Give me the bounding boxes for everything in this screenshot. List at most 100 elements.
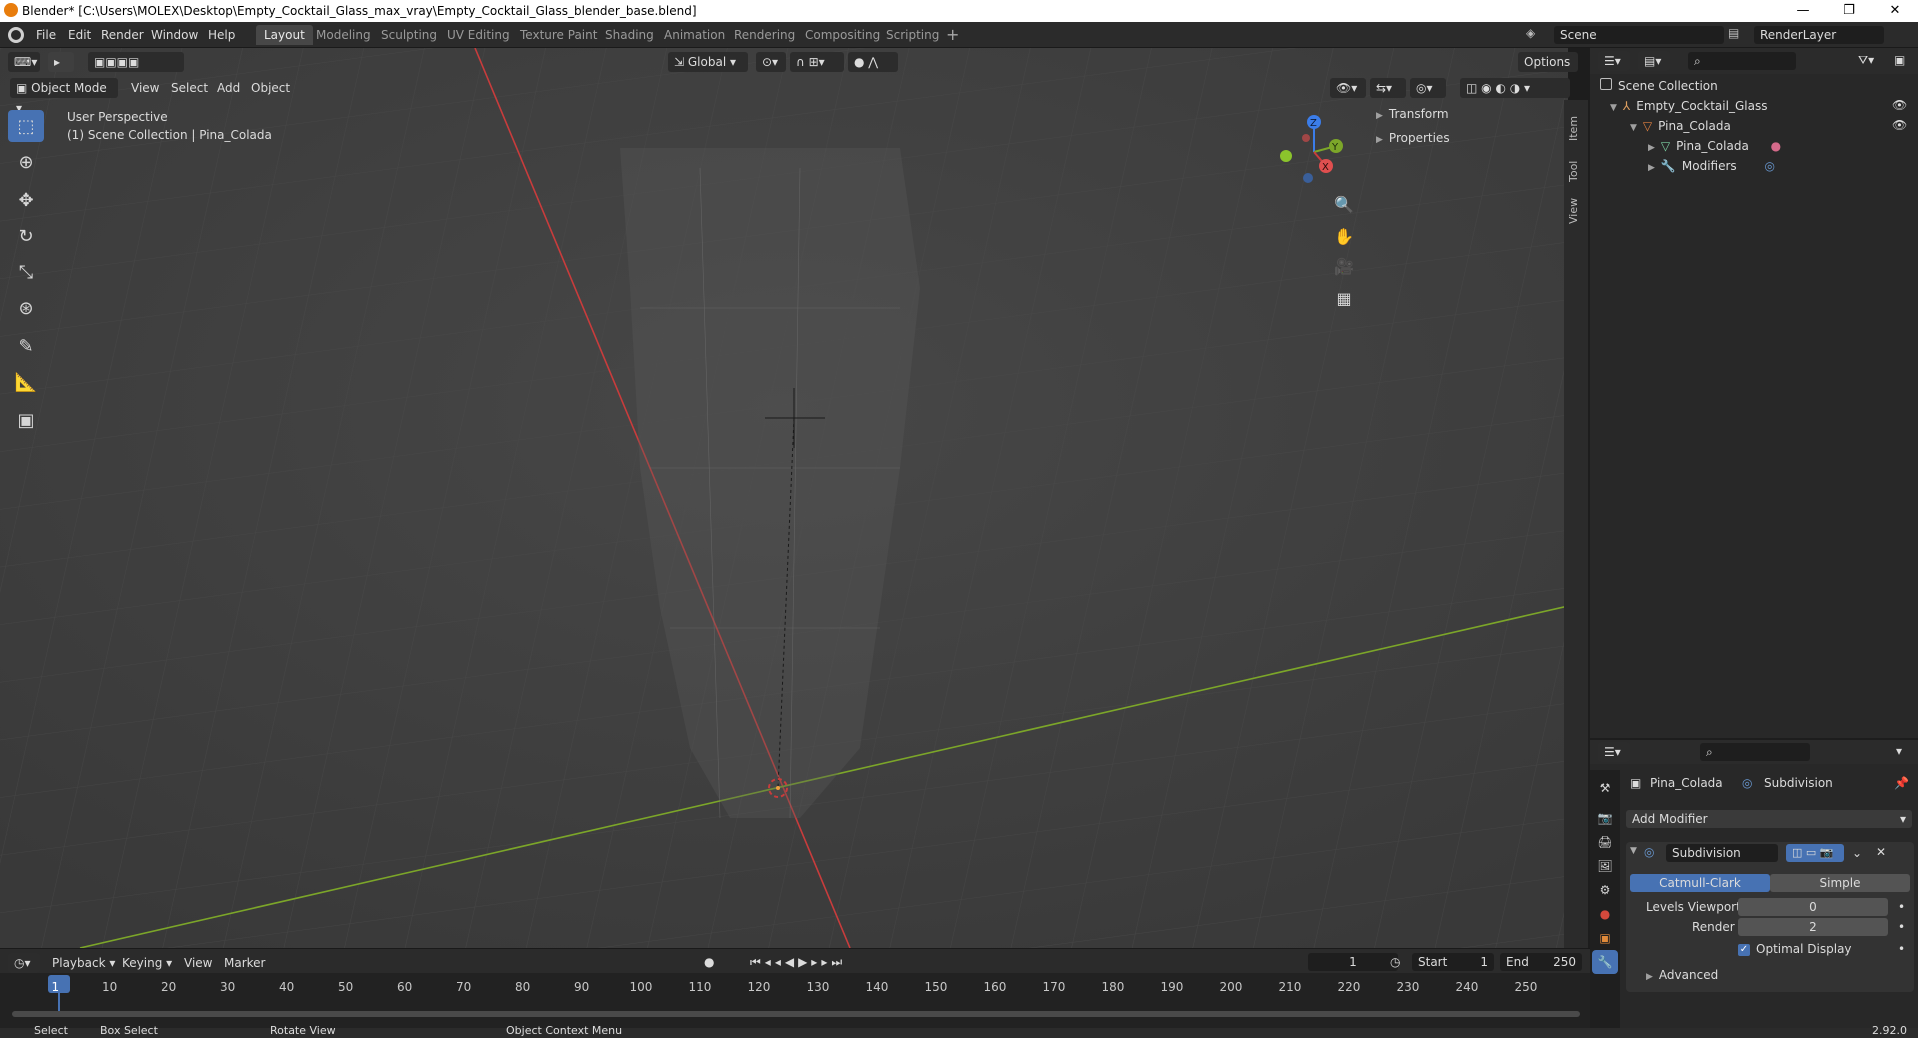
scene-field[interactable]: Scene: [1554, 26, 1724, 44]
scene-icon[interactable]: ◈: [1526, 26, 1535, 40]
playback-controls[interactable]: ⏮◂◂◀▶▸▸⏭: [750, 955, 846, 970]
render-tab-icon[interactable]: 📷: [1592, 806, 1618, 830]
timeline-menu-marker[interactable]: Marker: [224, 956, 265, 970]
npanel-transform[interactable]: ▶ Transform: [1376, 104, 1449, 124]
cursor-tool[interactable]: ⊕: [8, 146, 44, 178]
visibility-eye-icon-2[interactable]: 👁: [1892, 118, 1907, 132]
remove-modifier-icon[interactable]: ✕: [1876, 845, 1886, 859]
editor-type-button[interactable]: ⌨▾: [8, 52, 40, 72]
timeline-editor-type[interactable]: ◷▾: [8, 953, 40, 973]
tab-animation[interactable]: Animation: [656, 25, 733, 45]
overlay-toggle-icon[interactable]: ◎▾: [1410, 78, 1446, 98]
outliner-display-mode[interactable]: ▤▾: [1638, 51, 1670, 71]
output-tab-icon[interactable]: 🖨: [1592, 830, 1618, 854]
navigation-gizmo[interactable]: Z Y X: [1274, 112, 1354, 192]
side-tab-view[interactable]: View: [1567, 194, 1585, 228]
timeline-scrollbar[interactable]: [12, 1011, 1580, 1017]
tab-modeling[interactable]: Modeling: [308, 25, 379, 45]
scene-tab-icon[interactable]: ⚙: [1592, 878, 1618, 902]
side-tab-item[interactable]: Item: [1567, 108, 1585, 148]
close-window-button[interactable]: ✕: [1872, 0, 1918, 22]
timeline-menu-playback[interactable]: Playback ▾: [52, 956, 115, 970]
tool-settings-tab-icon[interactable]: ⚒: [1592, 776, 1618, 800]
grid-view-icon[interactable]: ▦: [1330, 284, 1358, 312]
properties-search-input[interactable]: ⌕: [1700, 743, 1810, 761]
menu-edit[interactable]: Edit: [68, 28, 91, 42]
timeline-menu-keying[interactable]: Keying ▾: [122, 956, 172, 970]
measure-tool[interactable]: 📐: [8, 366, 44, 398]
render-layer-field[interactable]: RenderLayer: [1754, 26, 1884, 44]
outliner-item-pina-colada[interactable]: ▼ ▽ Pina_Colada: [1630, 116, 1731, 136]
tab-rendering[interactable]: Rendering: [726, 25, 803, 45]
keyframe-dot-icon-3[interactable]: •: [1898, 942, 1905, 956]
object-mode-dropdown[interactable]: ▣ Object Mode ▾: [10, 78, 118, 115]
keyframe-dot-icon-2[interactable]: •: [1898, 920, 1905, 934]
pan-hand-icon[interactable]: ✋: [1330, 222, 1358, 250]
gizmo-toggle-icon[interactable]: ⇆▾: [1370, 78, 1406, 98]
vp-menu-object[interactable]: Object: [251, 81, 290, 95]
render-levels-field[interactable]: 2: [1738, 918, 1888, 936]
properties-options-icon[interactable]: ▾: [1896, 744, 1902, 758]
filter-icon[interactable]: ⛛▾: [1858, 53, 1874, 68]
pivot-icon[interactable]: ⊙▾: [756, 52, 786, 72]
outliner-item-empty-cocktail-glass[interactable]: ▼ ⅄ Empty_Cocktail_Glass: [1610, 96, 1767, 116]
vp-menu-add[interactable]: Add: [217, 81, 240, 95]
transform-orientation[interactable]: ⇲ Global ▾: [668, 52, 748, 72]
snap-icon[interactable]: ∩ ⊞▾: [790, 52, 844, 72]
options-button[interactable]: Options: [1518, 52, 1578, 72]
shading-mode-icons[interactable]: ◫ ◉ ◐ ◑ ▾: [1460, 78, 1570, 98]
tab-layout[interactable]: Layout: [256, 25, 313, 45]
tab-compositing[interactable]: Compositing: [797, 25, 888, 45]
tab-texture-paint[interactable]: Texture Paint: [512, 25, 605, 45]
rotate-tool[interactable]: ↻: [8, 220, 44, 252]
tab-uv-editing[interactable]: UV Editing: [439, 25, 518, 45]
tab-shading[interactable]: Shading: [597, 25, 662, 45]
pin-icon[interactable]: 📌: [1894, 776, 1909, 790]
outliner-item-modifiers[interactable]: ▶ 🔧 Modifiers ◎: [1648, 156, 1775, 176]
move-tool[interactable]: ✥: [8, 184, 44, 216]
menu-help[interactable]: Help: [208, 28, 235, 42]
visibility-icon[interactable]: 👁▾: [1330, 78, 1366, 98]
add-modifier-dropdown[interactable]: Add Modifier ▾: [1626, 810, 1912, 828]
tab-scripting[interactable]: Scripting: [878, 25, 947, 45]
blender-logo-icon[interactable]: [8, 27, 24, 43]
levels-viewport-field[interactable]: 0: [1738, 898, 1888, 916]
outliner-scene-collection[interactable]: Scene Collection: [1600, 76, 1718, 96]
select-mode-button[interactable]: ▸: [48, 52, 74, 72]
modifier-dropdown-icon[interactable]: ⌄: [1852, 846, 1862, 860]
transform-tool[interactable]: ⊛: [8, 292, 44, 324]
properties-editor-type[interactable]: ☰▾: [1598, 742, 1630, 762]
keyframe-dot-icon[interactable]: •: [1898, 900, 1905, 914]
clock-icon[interactable]: ◷: [1390, 955, 1400, 969]
add-cube-tool[interactable]: ▣: [8, 404, 44, 436]
timeline-menu-view[interactable]: View: [184, 956, 212, 970]
end-frame-field[interactable]: End 250: [1500, 953, 1582, 971]
menu-render[interactable]: Render: [101, 28, 144, 42]
modifier-tab-icon[interactable]: 🔧: [1592, 950, 1618, 974]
proportional-edit-icon[interactable]: ● ⋀: [848, 52, 898, 72]
outliner-item-pina-colada-mesh[interactable]: ▶ ▽ Pina_Colada ●: [1648, 136, 1781, 156]
minimize-button[interactable]: —: [1780, 0, 1826, 22]
modifier-display-toggles[interactable]: ◫ ▭ 📷: [1786, 844, 1844, 862]
vp-menu-select[interactable]: Select: [171, 81, 208, 95]
world-tab-icon[interactable]: ●: [1592, 902, 1618, 926]
new-collection-icon[interactable]: ▣: [1894, 53, 1905, 67]
side-tab-tool[interactable]: Tool: [1567, 154, 1585, 188]
view-layer-tab-icon[interactable]: 🖼: [1592, 854, 1618, 878]
record-icon[interactable]: ●: [704, 955, 714, 969]
vp-menu-view[interactable]: View: [131, 81, 159, 95]
outliner-search-input[interactable]: ⌕: [1688, 52, 1796, 70]
advanced-section[interactable]: ▶ Advanced: [1646, 968, 1718, 982]
camera-view-icon[interactable]: 🎥: [1330, 252, 1358, 280]
optimal-display-checkbox[interactable]: ✓: [1738, 944, 1750, 956]
catmull-clark-button[interactable]: Catmull-Clark: [1630, 874, 1770, 892]
select-box-tool[interactable]: ⬚: [8, 110, 44, 142]
selection-modes[interactable]: ▣▣▣▣: [88, 52, 184, 72]
add-workspace-icon[interactable]: +: [946, 25, 959, 44]
object-tab-icon[interactable]: ▣: [1592, 926, 1618, 950]
npanel-properties[interactable]: ▶ Properties: [1376, 128, 1450, 148]
view-layer-icon[interactable]: ▤: [1728, 26, 1739, 40]
outliner-editor-type[interactable]: ☰▾: [1598, 51, 1630, 71]
current-frame-field[interactable]: 1: [1308, 953, 1398, 971]
collapse-triangle-icon[interactable]: ▼: [1630, 846, 1637, 856]
